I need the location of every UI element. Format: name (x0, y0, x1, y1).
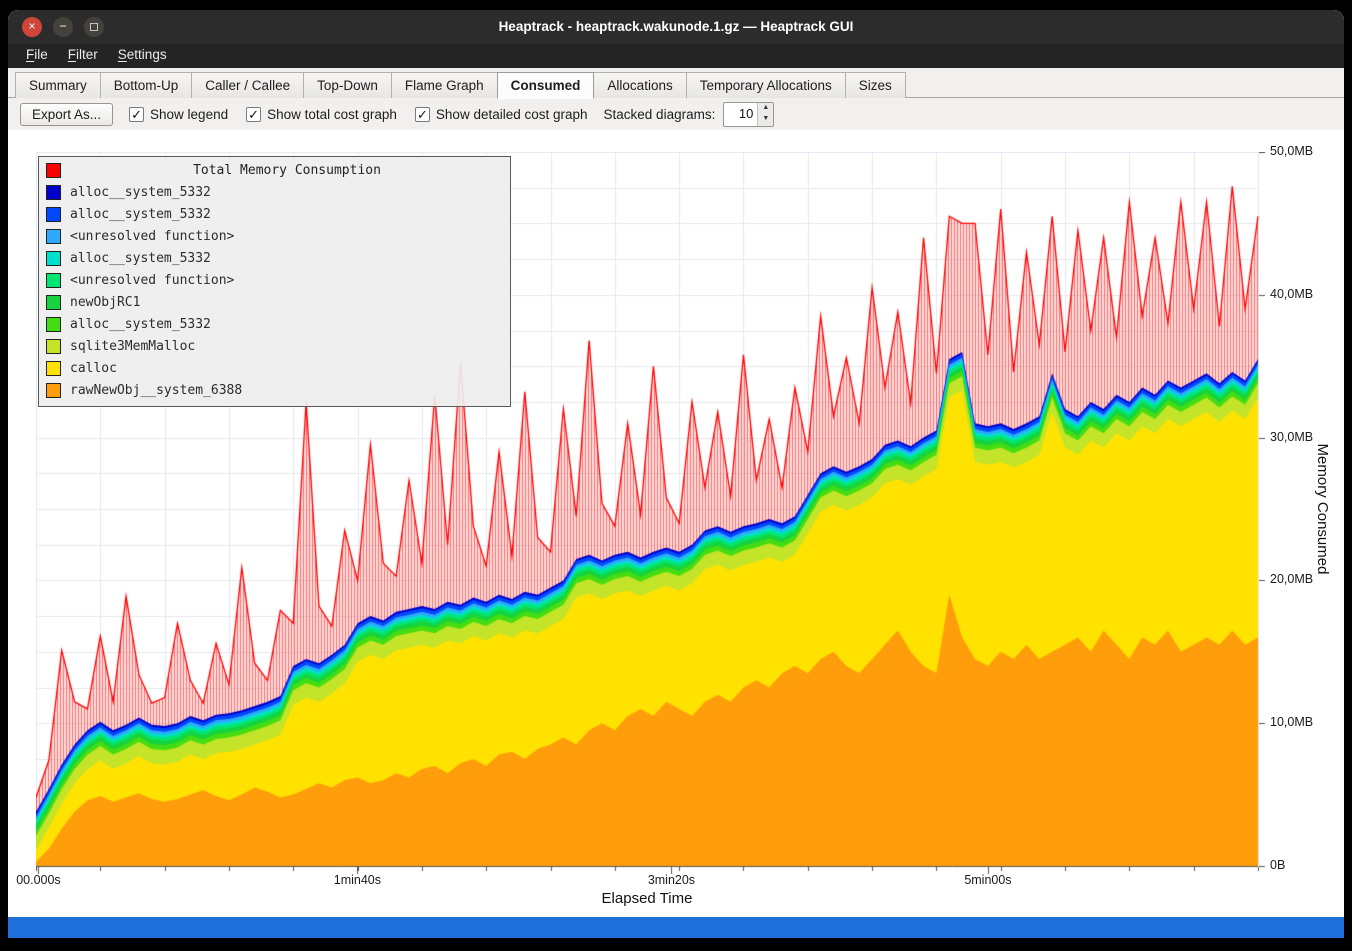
spinner-arrows: ▲ ▼ (757, 103, 773, 126)
toolbar-checkboxes: ✓ Show legend ✓ Show total cost graph ✓ Show … (129, 107, 588, 122)
spinner-value: 10 (724, 103, 757, 126)
legend-label: <unresolved function> (70, 229, 234, 244)
legend-swatch (46, 207, 61, 222)
chart-panel: Total Memory Consumption alloc__system_5… (8, 130, 1344, 917)
legend-swatch (46, 383, 61, 398)
legend-swatch (46, 273, 61, 288)
menu-bar: FileFilterSettings (8, 44, 1344, 68)
checkbox-label: Show detailed cost graph (436, 107, 588, 122)
menu-filter[interactable]: Filter (58, 44, 108, 65)
legend-swatch (46, 251, 61, 266)
x-tick-label: 5min00s (964, 873, 1011, 887)
x-tick-label: 00.000s (16, 873, 60, 887)
checkbox-icon[interactable]: ✓ (415, 107, 430, 122)
tab-temporary-allocations[interactable]: Temporary Allocations (686, 72, 846, 99)
tab-bottom-up[interactable]: Bottom-Up (100, 72, 193, 99)
y-tick-label: 40,0MB (1270, 287, 1313, 301)
menu-settings[interactable]: Settings (108, 44, 177, 65)
toolbar: Export As... ✓ Show legend ✓ Show total cos… (8, 98, 1344, 130)
tab-bar: SummaryBottom-UpCaller / CalleeTop-DownF… (8, 68, 1344, 98)
legend-label: calloc (70, 361, 117, 376)
x-tick-label: 1min40s (334, 873, 381, 887)
y-tick-label: 10,0MB (1270, 715, 1313, 729)
checkbox-label: Show legend (150, 107, 228, 122)
app-window: × − ◻ Heaptrack - heaptrack.wakunode.1.g… (0, 0, 1352, 951)
tab-sizes[interactable]: Sizes (845, 72, 906, 99)
legend-swatch (46, 339, 61, 354)
legend-label: alloc__system_5332 (70, 251, 211, 266)
window-title: Heaptrack - heaptrack.wakunode.1.gz — He… (8, 10, 1344, 44)
app-frame: × − ◻ Heaptrack - heaptrack.wakunode.1.g… (8, 10, 1344, 938)
legend-item: rawNewObj__system_6388 (42, 379, 504, 401)
export-as-button[interactable]: Export As... (20, 103, 113, 126)
stacked-diagrams-spinner[interactable]: 10 ▲ ▼ (723, 102, 774, 127)
legend-swatch (46, 185, 61, 200)
y-tick-label: 30,0MB (1270, 430, 1313, 444)
checkbox-show-detailed-cost-graph[interactable]: ✓ Show detailed cost graph (415, 107, 588, 122)
checkbox-label: Show total cost graph (267, 107, 397, 122)
legend-label: alloc__system_5332 (70, 207, 211, 222)
y-axis-title: Memory Consumed (1314, 444, 1331, 575)
checkbox-icon[interactable]: ✓ (129, 107, 144, 122)
legend-swatch (46, 295, 61, 310)
checkbox-show-total-cost-graph[interactable]: ✓ Show total cost graph (246, 107, 397, 122)
legend-item: sqlite3MemMalloc (42, 335, 504, 357)
legend-label: alloc__system_5332 (70, 185, 211, 200)
chart-legend: Total Memory Consumption alloc__system_5… (38, 156, 511, 407)
legend-item: calloc (42, 357, 504, 379)
chart-range-slider[interactable] (8, 917, 1344, 938)
legend-swatch-total (46, 163, 61, 178)
y-tick-label: 0B (1270, 858, 1285, 872)
tab-caller-callee[interactable]: Caller / Callee (191, 72, 304, 99)
legend-label: alloc__system_5332 (70, 317, 211, 332)
y-tick-label: 20,0MB (1270, 572, 1313, 586)
legend-title: Total Memory Consumption (70, 163, 504, 178)
legend-item: <unresolved function> (42, 269, 504, 291)
legend-item: <unresolved function> (42, 225, 504, 247)
legend-item: alloc__system_5332 (42, 181, 504, 203)
x-axis-title: Elapsed Time (602, 890, 693, 907)
legend-item: alloc__system_5332 (42, 313, 504, 335)
legend-label: rawNewObj__system_6388 (70, 383, 242, 398)
y-tick-label: 50,0MB (1270, 144, 1313, 158)
legend-label: sqlite3MemMalloc (70, 339, 195, 354)
title-bar: × − ◻ Heaptrack - heaptrack.wakunode.1.g… (8, 10, 1344, 44)
spinner-down-icon[interactable]: ▼ (758, 114, 773, 126)
legend-item: alloc__system_5332 (42, 203, 504, 225)
stacked-diagrams-label: Stacked diagrams: (604, 107, 716, 122)
legend-item: alloc__system_5332 (42, 247, 504, 269)
checkbox-show-legend[interactable]: ✓ Show legend (129, 107, 228, 122)
legend-title-row: Total Memory Consumption (42, 159, 504, 181)
spinner-up-icon[interactable]: ▲ (758, 103, 773, 115)
legend-swatch (46, 361, 61, 376)
legend-item: newObjRC1 (42, 291, 504, 313)
legend-swatch (46, 229, 61, 244)
checkbox-icon[interactable]: ✓ (246, 107, 261, 122)
menu-file[interactable]: File (16, 44, 58, 65)
tab-consumed[interactable]: Consumed (497, 72, 595, 99)
legend-swatch (46, 317, 61, 332)
tab-allocations[interactable]: Allocations (593, 72, 686, 99)
legend-label: <unresolved function> (70, 273, 234, 288)
tab-flame-graph[interactable]: Flame Graph (391, 72, 498, 99)
legend-label: newObjRC1 (70, 295, 140, 310)
tab-summary[interactable]: Summary (15, 72, 101, 99)
tab-top-down[interactable]: Top-Down (303, 72, 392, 99)
x-tick-label: 3min20s (648, 873, 695, 887)
